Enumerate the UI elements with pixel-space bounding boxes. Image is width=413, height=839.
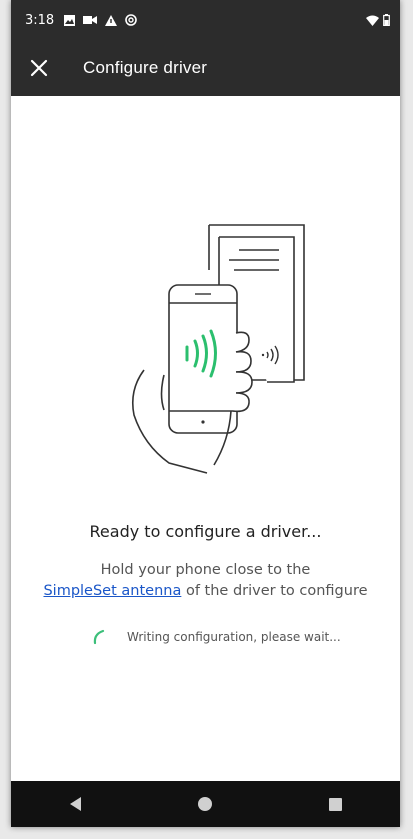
battery-icon	[383, 14, 390, 26]
status-time: 3:18	[25, 12, 55, 28]
nav-home-button[interactable]	[175, 781, 235, 827]
status-bar: 3:18	[11, 0, 400, 40]
app-bar: Configure driver	[11, 40, 400, 96]
nfc-illustration	[131, 224, 305, 474]
nav-recents-button[interactable]	[305, 781, 365, 827]
home-circle-icon	[198, 797, 213, 811]
instruction-line-2: SimpleSet antenna of the driver to confi…	[11, 581, 400, 602]
status-icons-right	[366, 14, 390, 26]
phone-screen: 3:18 Configure driver Ready to configure…	[11, 0, 400, 827]
status-heading: Ready to configure a driver...	[89, 522, 322, 541]
progress-text: Writing configuration, please wait...	[127, 630, 341, 644]
progress-row: Writing configuration, please wait...	[91, 629, 341, 645]
nav-back-button[interactable]	[46, 781, 106, 827]
image-icon	[64, 14, 76, 26]
instruction-text: Hold your phone close to the SimpleSet a…	[11, 560, 400, 602]
instruction-line-2-rest: of the driver to configure	[181, 583, 368, 599]
spinner-icon	[93, 629, 105, 645]
status-icons-left	[64, 14, 138, 26]
navigation-bar	[11, 781, 400, 827]
close-button[interactable]	[11, 40, 67, 96]
page-title: Configure driver	[83, 58, 208, 77]
back-triangle-icon	[69, 797, 81, 811]
warning-icon	[105, 14, 118, 26]
simpleset-antenna-link[interactable]: SimpleSet antenna	[43, 583, 181, 599]
close-icon	[30, 59, 48, 77]
instruction-line-1: Hold your phone close to the	[100, 562, 311, 578]
at-sign-icon	[125, 14, 138, 26]
recents-square-icon	[328, 797, 342, 811]
wifi-icon	[366, 15, 379, 26]
video-camera-icon	[83, 16, 98, 24]
